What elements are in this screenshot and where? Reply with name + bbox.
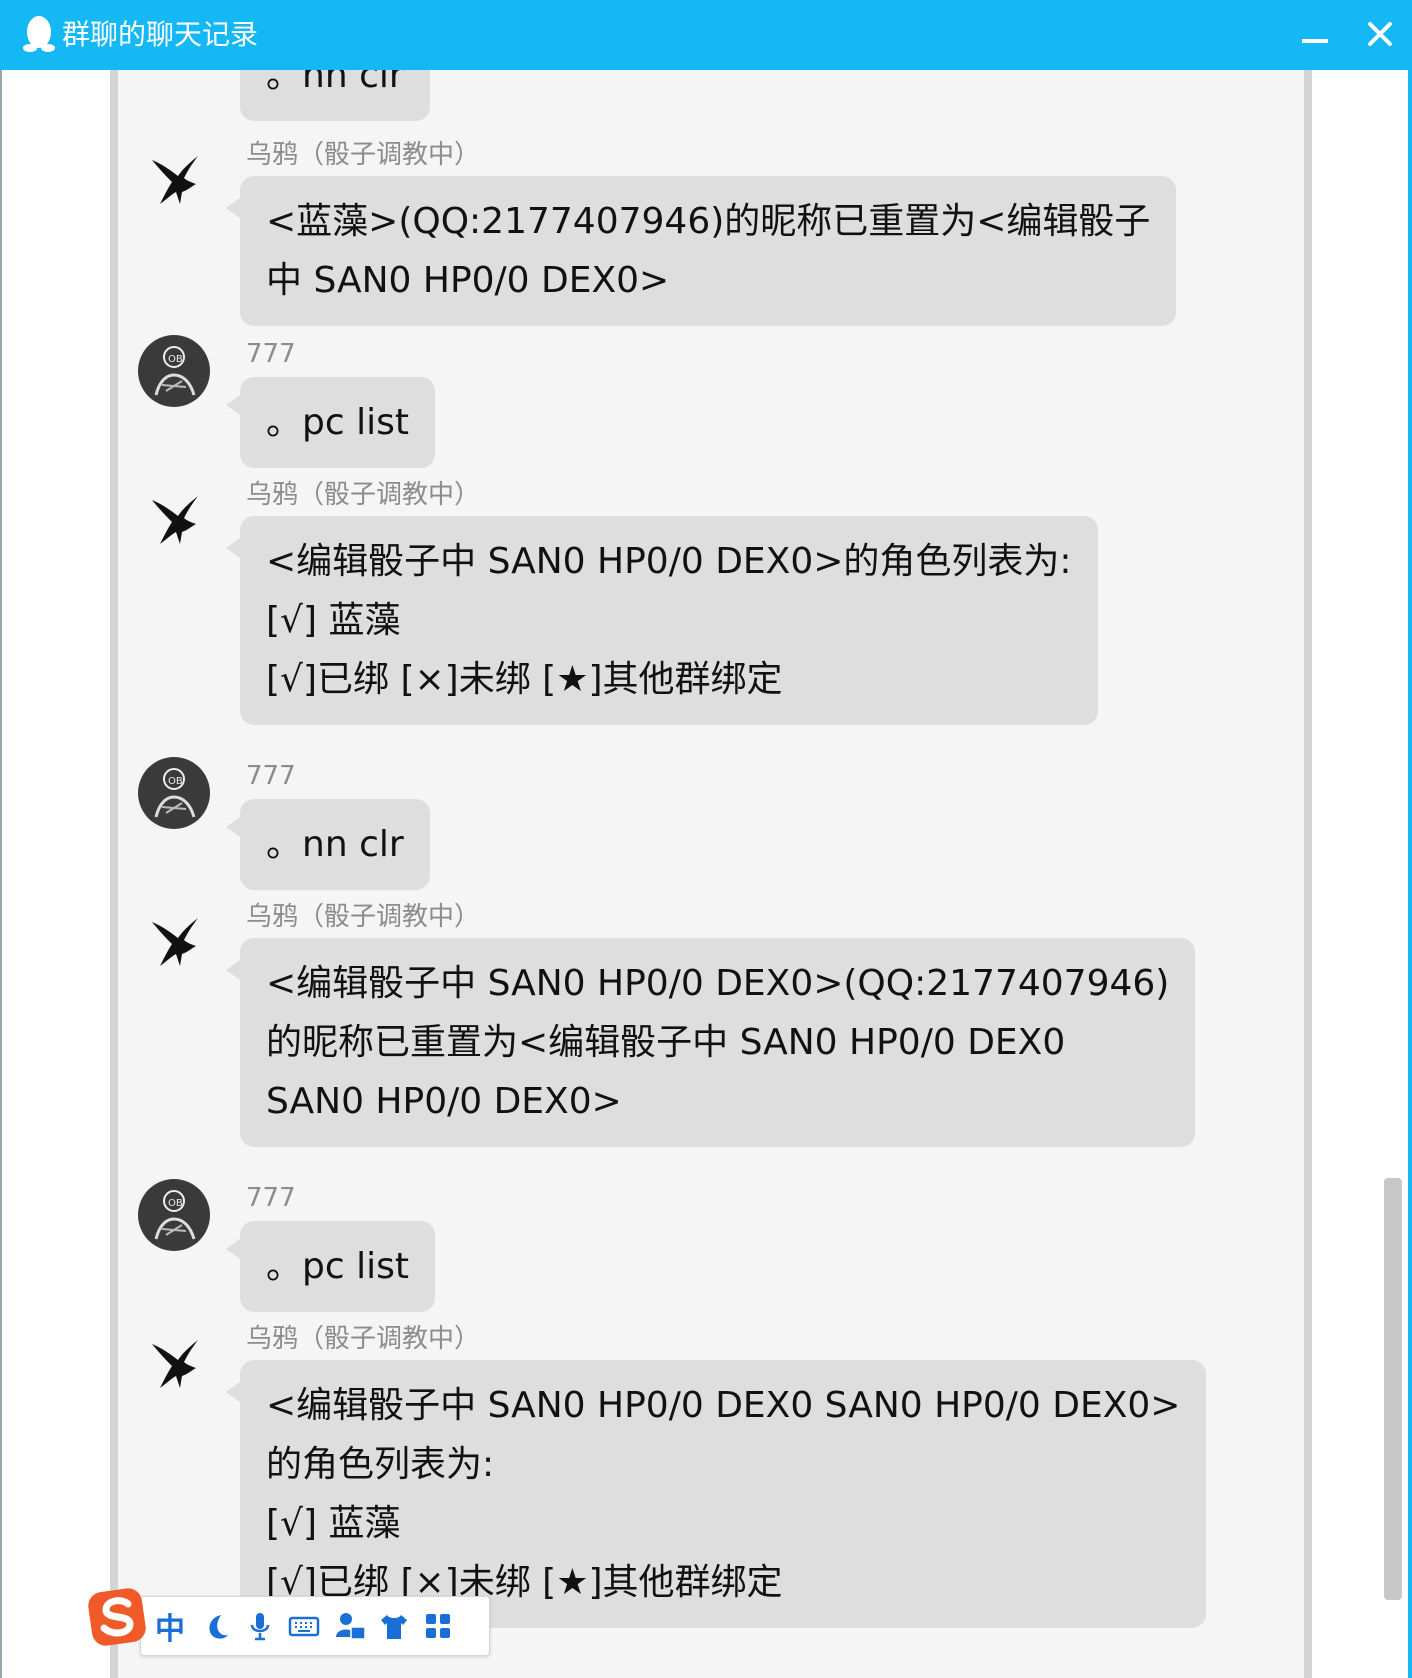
avatar[interactable]: [138, 908, 210, 980]
message-line: 的昵称已重置为<编辑骰子中 SAN0 HP0/0 DEX0: [266, 1022, 1066, 1063]
crow-icon: [152, 156, 198, 204]
message-bubble: 。nn clr: [240, 70, 430, 121]
bubble-tail: [226, 960, 240, 980]
qq-penguin-icon: [23, 16, 55, 52]
message-line: [√] 蓝藻: [266, 1503, 401, 1544]
moon-icon[interactable]: [197, 1607, 235, 1645]
message-line: [√]已绑 [×]未绑 [★]其他群绑定: [266, 659, 783, 700]
message-line: <编辑骰子中 SAN0 HP0/0 DEX0>(QQ:2177407946): [266, 963, 1170, 1004]
user-avatar-icon: OB: [154, 1190, 196, 1240]
microphone-icon[interactable]: [241, 1607, 279, 1645]
chat-history-panel: 。nn clr 乌鸦（骰子调教中） <蓝藻>(QQ:2177407946)的昵称…: [110, 70, 1312, 1678]
message-line: 。pc list: [266, 1246, 409, 1287]
window-border-right: [1408, 70, 1412, 1678]
user-avatar-icon: OB: [154, 768, 196, 818]
bubble-tail: [226, 1239, 240, 1259]
avatar[interactable]: [138, 486, 210, 558]
message-line: 。nn clr: [266, 70, 404, 96]
message-line: 。pc list: [266, 402, 409, 443]
close-icon[interactable]: [1360, 14, 1404, 58]
sogou-logo-icon[interactable]: [86, 1584, 150, 1648]
svg-text:OB: OB: [168, 354, 183, 365]
sender-name: 乌鸦（骰子调教中）: [246, 140, 481, 170]
sender-name: 777: [246, 339, 296, 369]
bubble-tail: [226, 198, 240, 218]
message-bubble: <蓝藻>(QQ:2177407946)的昵称已重置为<编辑骰子 中 SAN0 H…: [240, 176, 1177, 326]
message-bubble: <编辑骰子中 SAN0 HP0/0 DEX0>的角色列表为: [√] 蓝藻 [√…: [240, 516, 1098, 725]
ime-mode-label: 中: [155, 1612, 185, 1647]
message-line: 中 SAN0 HP0/0 DEX0>: [266, 260, 670, 301]
sender-name: 乌鸦（骰子调教中）: [246, 480, 481, 510]
message-bubble: 。pc list: [240, 377, 435, 468]
ime-mode-toggle[interactable]: 中: [151, 1607, 189, 1647]
minimize-icon[interactable]: [1294, 14, 1338, 58]
apps-grid-icon[interactable]: [419, 1607, 457, 1645]
message-bubble: <编辑骰子中 SAN0 HP0/0 DEX0>(QQ:2177407946) 的…: [240, 938, 1196, 1147]
avatar[interactable]: [138, 1330, 210, 1402]
crow-icon: [152, 496, 198, 544]
bubble-tail: [226, 1382, 240, 1402]
message-line: <蓝藻>(QQ:2177407946)的昵称已重置为<编辑骰子: [266, 201, 1151, 242]
message-line: [√] 蓝藻: [266, 600, 401, 641]
avatar[interactable]: OB: [138, 757, 210, 829]
avatar[interactable]: OB: [138, 335, 210, 407]
sender-name: 777: [246, 761, 296, 791]
crow-icon: [152, 1340, 198, 1388]
sender-name: 乌鸦（骰子调教中）: [246, 902, 481, 932]
scrollbar-thumb[interactable]: [1384, 1178, 1402, 1600]
sender-name: 777: [246, 1183, 296, 1213]
bubble-tail: [226, 538, 240, 558]
message-bubble: 。pc list: [240, 1221, 435, 1312]
message-line: <编辑骰子中 SAN0 HP0/0 DEX0 SAN0 HP0/0 DEX0>: [266, 1385, 1181, 1426]
message-line: SAN0 HP0/0 DEX0>: [266, 1081, 622, 1122]
shirt-icon[interactable]: [375, 1607, 413, 1645]
sender-name: 乌鸦（骰子调教中）: [246, 1324, 481, 1354]
keyboard-icon[interactable]: [285, 1607, 323, 1645]
message-line: 的角色列表为:: [266, 1444, 495, 1485]
title-bar: 群聊的聊天记录: [0, 0, 1412, 70]
svg-text:OB: OB: [168, 776, 183, 787]
ime-toolbar: 中: [86, 1584, 490, 1662]
message-line: 。nn clr: [266, 824, 404, 865]
window-border-left: [0, 70, 2, 1678]
crow-icon: [152, 918, 198, 966]
avatar[interactable]: OB: [138, 1179, 210, 1251]
window-title: 群聊的聊天记录: [62, 18, 259, 51]
message-bubble: 。nn clr: [240, 799, 430, 890]
ime-toolbar-bar: 中: [140, 1596, 490, 1656]
user-card-icon[interactable]: [331, 1607, 369, 1645]
svg-text:OB: OB: [168, 1198, 183, 1209]
bubble-tail: [226, 817, 240, 837]
bubble-tail: [226, 395, 240, 415]
avatar[interactable]: [138, 146, 210, 218]
message-line: <编辑骰子中 SAN0 HP0/0 DEX0>的角色列表为:: [266, 541, 1072, 582]
user-avatar-icon: OB: [154, 346, 196, 396]
